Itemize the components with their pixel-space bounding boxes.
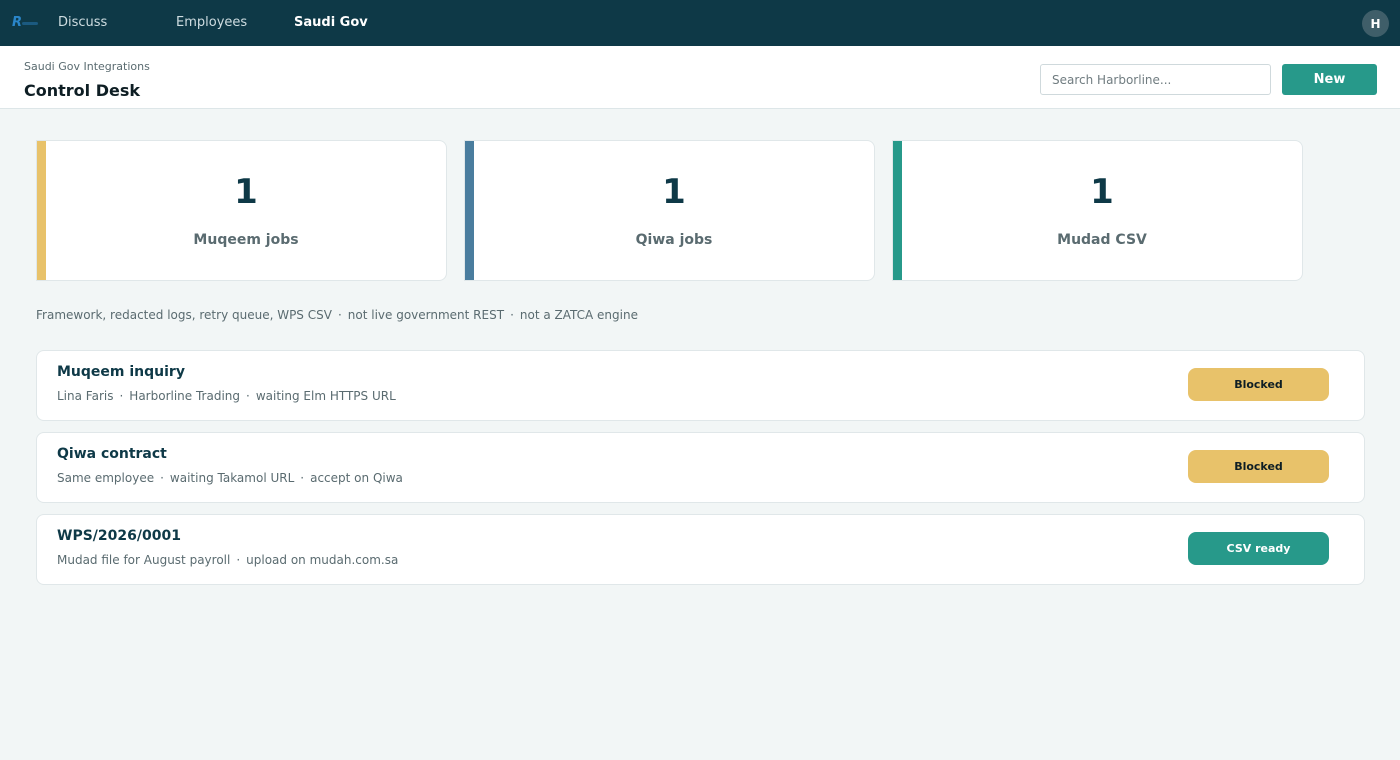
job-meta: Mudad file for August payroll · upload on … — [57, 553, 398, 567]
separator-dot: · — [510, 308, 514, 322]
job-title[interactable]: Qiwa contract — [57, 446, 167, 462]
stat-label: Mudad CSV — [1057, 232, 1147, 248]
status-badge[interactable]: CSV ready — [1188, 532, 1329, 565]
stat-accent-bar — [893, 141, 902, 280]
separator-dot: · — [160, 471, 164, 485]
job-meta-item: accept on Qiwa — [310, 471, 403, 485]
breadcrumb[interactable]: Saudi Gov Integrations — [24, 60, 150, 73]
job-title[interactable]: WPS/2026/0001 — [57, 528, 181, 544]
separator-dot: · — [300, 471, 305, 485]
job-meta: Same employee · waiting Takamol URL · accept… — [57, 471, 403, 485]
summary-item: not live government REST — [347, 308, 505, 322]
job-title[interactable]: Muqeem inquiry — [57, 364, 185, 380]
stat-accent-bar — [465, 141, 474, 280]
nav-saudi-gov[interactable]: Saudi Gov — [294, 15, 368, 30]
top-navbar: R Discuss Employees Saudi Gov H — [0, 0, 1400, 46]
stat-label: Muqeem jobs — [193, 232, 299, 248]
summary-item: not a ZATCA engine — [519, 308, 638, 322]
separator-dot: · — [236, 553, 241, 567]
job-meta-item: Harborline Trading — [129, 389, 240, 403]
nav-employees[interactable]: Employees — [176, 15, 247, 30]
status-badge[interactable]: Blocked — [1188, 450, 1329, 483]
stat-card-muqeem-jobs[interactable]: 1 Muqeem jobs — [36, 140, 447, 281]
separator-dot: · — [119, 389, 124, 403]
status-badge[interactable]: Blocked — [1188, 368, 1329, 401]
stat-label: Qiwa jobs — [635, 232, 713, 248]
job-row-qiwa-contract[interactable]: Qiwa contract Same employee · waiting Takam… — [36, 432, 1365, 503]
separator-dot: · — [246, 389, 250, 403]
job-row-muqeem-inquiry[interactable]: Muqeem inquiry Lina Faris · Harborline Trad… — [36, 350, 1365, 421]
job-meta: Lina Faris · Harborline Trading · waiting El… — [57, 389, 396, 403]
svg-text:R: R — [12, 15, 22, 30]
user-avatar[interactable]: H — [1362, 10, 1389, 37]
control-panel-header: Saudi Gov Integrations Control Desk New — [0, 46, 1400, 109]
stat-value: 1 — [234, 172, 258, 212]
job-meta-item: Mudad file for August payroll — [57, 553, 231, 567]
nav-discuss[interactable]: Discuss — [58, 15, 107, 30]
integration-summary: Framework, redacted logs, retry queue, W… — [36, 308, 638, 322]
summary-item: Framework, redacted logs, retry queue, W… — [36, 308, 332, 322]
job-meta-item: waiting Elm HTTPS URL — [255, 389, 396, 403]
harborline-logo-icon[interactable]: R — [10, 13, 40, 31]
separator-dot: · — [337, 308, 342, 322]
job-meta-item: Lina Faris — [57, 389, 114, 403]
job-meta-item: upload on mudah.com.sa — [246, 553, 399, 567]
stat-card-qiwa-jobs[interactable]: 1 Qiwa jobs — [464, 140, 875, 281]
job-row-wps-2026-0001[interactable]: WPS/2026/0001 Mudad file for August payro… — [36, 514, 1365, 585]
stat-value: 1 — [1090, 172, 1114, 212]
search-input[interactable] — [1040, 64, 1271, 95]
page-title: Control Desk — [24, 81, 141, 100]
stat-card-mudad-csv[interactable]: 1 Mudad CSV — [892, 140, 1303, 281]
stat-accent-bar — [37, 141, 46, 280]
job-meta-item: Same employee — [57, 471, 155, 485]
new-button[interactable]: New — [1282, 64, 1377, 95]
stat-value: 1 — [662, 172, 686, 212]
job-meta-item: waiting Takamol URL — [169, 471, 295, 485]
